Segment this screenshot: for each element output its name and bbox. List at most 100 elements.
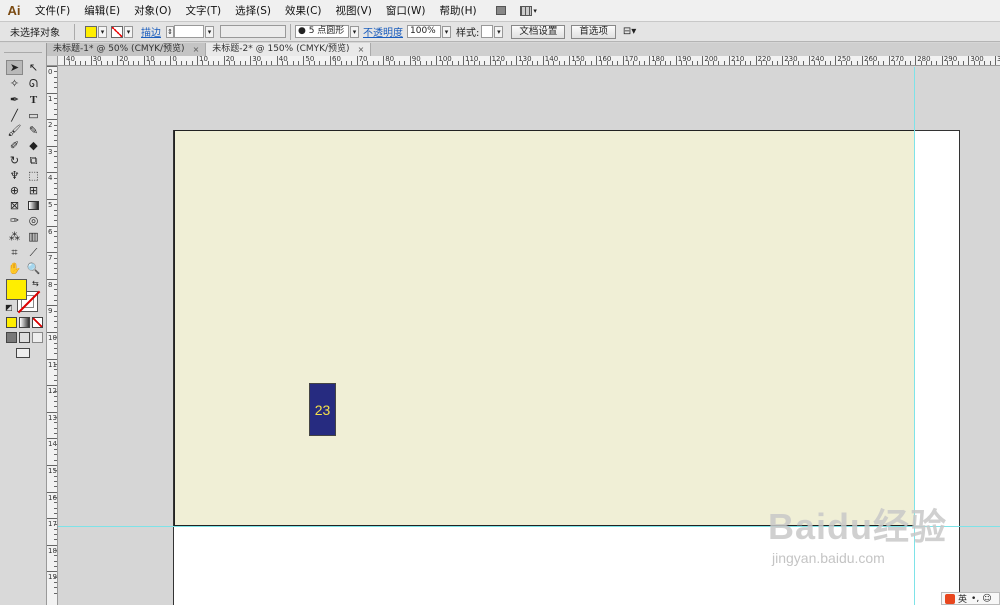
perspective-icon[interactable]: ⊞	[25, 183, 42, 198]
line-icon[interactable]: ╱	[6, 108, 23, 123]
ruler-minor-tick	[54, 454, 57, 456]
opacity-link[interactable]: 不透明度	[363, 24, 403, 39]
horizontal-ruler[interactable]: 40 30 20 10 0 10 20 30 40 50 60 70 80 90 100 110 120 130 1…	[58, 56, 1000, 66]
ruler-minor-tick	[510, 61, 512, 65]
menu-object[interactable]: 对象(O)	[127, 0, 178, 22]
default-fill-stroke-icon[interactable]: ◩	[5, 303, 13, 312]
symbol-sprayer-icon[interactable]: ⁂	[6, 229, 23, 244]
ruler-minor-tick	[920, 61, 922, 65]
zoom-icon[interactable]: 🔍	[25, 261, 42, 276]
align-options-icon[interactable]: ⊟▾	[623, 26, 636, 37]
stroke-dropdown-icon[interactable]: ▾	[124, 25, 133, 38]
ruler-minor-tick	[54, 71, 57, 73]
menu-edit[interactable]: 编辑(E)	[77, 0, 127, 22]
tab-document-1[interactable]: 未标题-1* @ 50% (CMYK/预览) ×	[47, 43, 207, 56]
arrange-documents-icon[interactable]: ▾	[518, 3, 540, 19]
ruler-minor-tick	[936, 61, 938, 65]
ruler-minor-tick	[54, 140, 57, 142]
number-box[interactable]: 23	[309, 383, 336, 436]
tab-document-2[interactable]: 未标题-2* @ 150% (CMYK/预览) ×	[206, 43, 372, 56]
stroke-link[interactable]: 描边	[141, 24, 161, 39]
hand-icon[interactable]: ✋	[6, 261, 23, 276]
draw-inside-icon[interactable]	[32, 332, 43, 343]
blob-brush-icon[interactable]: ✐	[6, 138, 23, 153]
direct-selection-icon[interactable]: ↖	[25, 60, 42, 75]
menu-effect[interactable]: 效果(C)	[278, 0, 329, 22]
vertical-ruler[interactable]: 0 1 2 3 4 5 6 7 8 9 10 11 12 13 14 15 16 17 18 19	[47, 66, 58, 605]
paintbrush-icon[interactable]: 🖌	[6, 123, 23, 138]
mesh-icon[interactable]: ⊠	[6, 198, 23, 213]
lasso-icon[interactable]: ᘏ	[25, 76, 42, 91]
ruler-minor-tick	[191, 61, 193, 65]
stroke-swatch[interactable]	[111, 25, 123, 38]
ruler-minor-tick	[54, 289, 57, 291]
close-icon[interactable]: ×	[193, 43, 200, 56]
brush-dropdown-icon[interactable]: ▾	[350, 25, 359, 38]
color-mode-color[interactable]	[6, 317, 17, 328]
menu-file[interactable]: 文件(F)	[28, 0, 77, 22]
opacity-input[interactable]: 100%	[407, 25, 441, 38]
tools-panel-header[interactable]	[4, 45, 42, 53]
menu-view[interactable]: 视图(V)	[329, 0, 379, 22]
ime-toolbar[interactable]: 英 •, ☺	[941, 592, 1000, 605]
ruler-tick	[542, 56, 544, 65]
ruler-minor-tick	[377, 61, 379, 65]
ruler-minor-tick	[750, 61, 752, 65]
pen-icon[interactable]: ✒	[6, 92, 23, 107]
magic-wand-icon[interactable]: ✧	[6, 76, 23, 91]
color-mode-none[interactable]	[32, 317, 43, 328]
shape-builder-icon[interactable]: ⊕	[6, 183, 23, 198]
ruler-label: 270	[890, 56, 904, 63]
menu-type[interactable]: 文字(T)	[179, 0, 229, 22]
scale-icon[interactable]: ⧉	[25, 153, 42, 168]
close-icon[interactable]: ×	[358, 43, 365, 56]
eyedropper-icon[interactable]: ✑	[6, 213, 23, 228]
ime-language[interactable]: 英	[958, 592, 967, 605]
eraser-icon[interactable]: ◆	[25, 138, 42, 153]
stroke-weight-stepper[interactable]: ⇕	[166, 25, 174, 38]
menu-help[interactable]: 帮助(H)	[433, 0, 484, 22]
fill-dropdown-icon[interactable]: ▾	[98, 25, 107, 38]
sogou-icon[interactable]	[945, 593, 955, 604]
ruler-minor-tick	[54, 294, 57, 296]
style-dropdown-icon[interactable]: ▾	[494, 25, 504, 38]
draw-normal-icon[interactable]	[6, 332, 17, 343]
draw-behind-icon[interactable]	[19, 332, 30, 343]
color-mode-gradient[interactable]	[19, 317, 30, 328]
artboard-icon[interactable]: ⌗	[6, 245, 23, 260]
blend-icon[interactable]: ◎	[25, 213, 42, 228]
rectangle-icon[interactable]: ▭	[25, 108, 42, 123]
opacity-dropdown-icon[interactable]: ▾	[442, 25, 451, 38]
document-setup-button[interactable]: 文档设置	[511, 24, 566, 39]
pencil-icon[interactable]: ✎	[25, 123, 42, 138]
bridge-icon[interactable]	[490, 3, 512, 19]
slice-icon[interactable]: ⟋	[25, 245, 42, 260]
gradient-icon[interactable]	[25, 198, 42, 213]
punctuation-icon[interactable]: •,	[971, 594, 979, 604]
stroke-weight-input[interactable]	[174, 25, 204, 38]
menu-select[interactable]: 选择(S)	[228, 0, 278, 22]
fill-box[interactable]	[6, 279, 27, 300]
graphic-style-swatch[interactable]	[481, 25, 494, 38]
free-transform-icon[interactable]: ⬚	[25, 168, 42, 183]
variable-width-profile[interactable]	[220, 25, 286, 38]
brush-definition[interactable]: ● 5 点圆形	[295, 25, 349, 38]
graph-icon[interactable]: ▥	[25, 229, 42, 244]
fill-swatch[interactable]	[85, 25, 97, 38]
ruler-minor-tick	[558, 61, 560, 65]
ruler-minor-tick	[133, 61, 135, 65]
background-rectangle[interactable]	[174, 130, 915, 526]
ruler-minor-tick	[54, 284, 57, 286]
menu-window[interactable]: 窗口(W)	[379, 0, 433, 22]
stroke-weight-dropdown-icon[interactable]: ▾	[205, 25, 214, 38]
ruler-minor-tick	[54, 374, 57, 376]
swap-fill-stroke-icon[interactable]: ⇆	[32, 279, 39, 288]
emoji-icon[interactable]: ☺	[982, 594, 991, 604]
screen-mode-icon[interactable]	[16, 348, 30, 358]
ruler-origin[interactable]	[47, 56, 58, 66]
type-icon[interactable]: T	[25, 92, 42, 107]
rotate-icon[interactable]: ↻	[6, 153, 23, 168]
preferences-button[interactable]: 首选项	[571, 24, 616, 39]
warp-icon[interactable]: ♆	[6, 168, 23, 183]
selection-icon[interactable]: ➤	[6, 60, 23, 75]
